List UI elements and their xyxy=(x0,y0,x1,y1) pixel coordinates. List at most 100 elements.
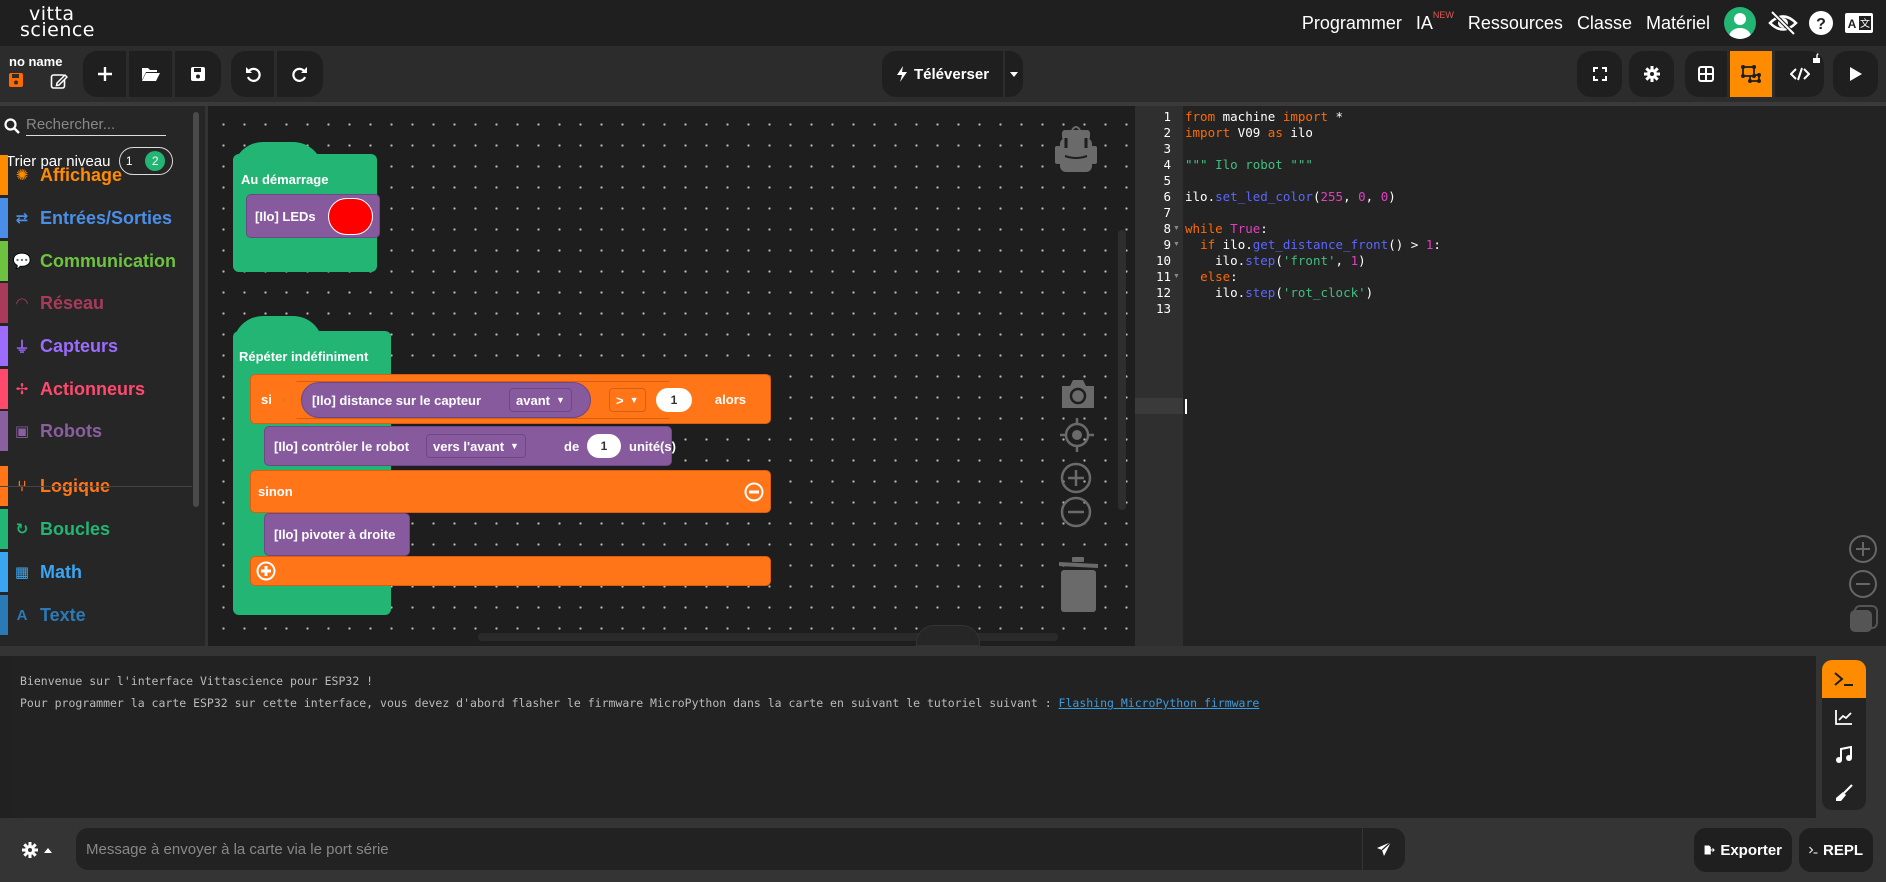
repl-button[interactable]: REPL xyxy=(1799,828,1873,872)
music-note-icon xyxy=(1836,746,1852,763)
ilo-distance-sensor-block[interactable]: [Ilo] distance sur le capteur avant ▼ xyxy=(301,382,591,418)
console-divider[interactable] xyxy=(0,646,1886,656)
upload-button[interactable]: Téléverser xyxy=(882,51,1004,97)
grid-icon xyxy=(1698,66,1714,82)
save-button[interactable] xyxy=(175,51,221,97)
translate-icon[interactable]: A文 xyxy=(1844,8,1874,38)
toolbox-search-input[interactable] xyxy=(26,116,166,136)
sidebar-category-capteurs[interactable]: ⏚ Capteurs xyxy=(0,326,118,366)
level-toggle[interactable]: 1 2 xyxy=(118,147,173,175)
fold-toggle-icon[interactable]: ▼ xyxy=(1173,225,1180,232)
move-direction-dropdown[interactable]: vers l'avant ▼ xyxy=(426,434,526,458)
screenshot-camera-icon[interactable] xyxy=(1060,378,1096,413)
fullscreen-button[interactable] xyxy=(1577,51,1622,97)
fan-icon: ✢ xyxy=(15,381,29,398)
line-number: 3 xyxy=(1163,141,1171,156)
trash-icon[interactable] xyxy=(1058,556,1098,617)
sidebar-category-robots[interactable]: ▣ Robots xyxy=(0,411,102,451)
upload-control: Téléverser xyxy=(882,51,1024,97)
project-name[interactable]: no name xyxy=(9,54,62,69)
line-number: 2 xyxy=(1163,125,1171,140)
code-view-button[interactable] xyxy=(1775,51,1824,97)
sidebar-category-texte[interactable]: A Texte xyxy=(0,595,86,635)
line-number: 9 xyxy=(1163,237,1171,252)
sensor-direction-dropdown[interactable]: avant ▼ xyxy=(509,388,572,412)
editor-zoom-in-icon[interactable] xyxy=(1848,534,1878,569)
flashing-firmware-link[interactable]: Flashing MicroPython firmware xyxy=(1059,696,1260,710)
console-tab-plotter[interactable] xyxy=(1822,698,1866,736)
backpack-icon[interactable] xyxy=(1055,124,1097,179)
fold-toggle-icon[interactable]: ▼ xyxy=(1173,241,1180,248)
sidebar-category-math[interactable]: ▦ Math xyxy=(0,552,82,592)
export-button[interactable]: Exporter xyxy=(1694,828,1792,872)
nav-ressources[interactable]: Ressources xyxy=(1468,13,1563,34)
open-folder-button[interactable] xyxy=(129,51,175,97)
level-1-option[interactable]: 1 xyxy=(126,154,133,168)
editor-copy-icon[interactable] xyxy=(1849,604,1879,639)
sidebar-category-communication[interactable]: 💬 Communication xyxy=(0,241,176,281)
nav-ia[interactable]: IANEW xyxy=(1416,10,1454,34)
line-number: 12 xyxy=(1155,285,1171,300)
nav-materiel[interactable]: Matériel xyxy=(1646,13,1710,34)
sidebar-category-entrées-sorties[interactable]: ⇄ Entrées/Sorties xyxy=(0,198,172,238)
upload-dropdown-button[interactable] xyxy=(1005,51,1024,97)
add-else-if-icon[interactable] xyxy=(256,561,276,584)
console-tab-music[interactable] xyxy=(1822,736,1866,774)
editor-zoom-out-icon[interactable] xyxy=(1848,569,1878,604)
ilo-pivot-right-block[interactable]: [Ilo] pivoter à droite xyxy=(264,513,410,556)
console-tab-terminal[interactable] xyxy=(1822,660,1866,698)
sidebar-category-boucles[interactable]: ↻ Boucles xyxy=(0,509,110,549)
caret-down-icon: ▼ xyxy=(510,441,519,451)
rename-edit-icon[interactable] xyxy=(50,72,69,95)
unlock-icon[interactable] xyxy=(1812,51,1822,68)
unsaved-save-icon[interactable] xyxy=(8,72,24,95)
workspace-vertical-scrollbar[interactable] xyxy=(1118,230,1126,510)
zoom-in-icon[interactable] xyxy=(1060,462,1092,499)
sidebar-scrollbar[interactable] xyxy=(193,112,199,507)
hide-eye-icon[interactable] xyxy=(1768,8,1798,38)
code-line: if ilo.get_distance_front() > 1: xyxy=(1200,237,1441,252)
led-color-picker[interactable] xyxy=(328,198,373,235)
recenter-icon[interactable] xyxy=(1060,418,1094,457)
code-icon xyxy=(1789,67,1810,81)
line-number: 8 xyxy=(1163,221,1171,236)
nav-classe[interactable]: Classe xyxy=(1577,13,1632,34)
gear-icon xyxy=(1643,66,1660,82)
ilo-leds-block[interactable]: [Ilo] LEDs xyxy=(246,194,380,238)
level-2-option[interactable]: 2 xyxy=(145,151,166,171)
file-export-icon xyxy=(1704,845,1715,855)
compare-value-input[interactable]: 1 xyxy=(656,388,692,412)
serial-input-bar: Exporter REPL xyxy=(0,818,1886,882)
vittascience-logo[interactable]: vitta science xyxy=(20,5,95,40)
send-message-button[interactable] xyxy=(1363,828,1405,870)
panel-resize-handle[interactable] xyxy=(916,625,980,646)
run-button[interactable] xyxy=(1833,51,1878,97)
undo-button[interactable] xyxy=(231,51,277,97)
blockly-workspace[interactable]: Au démarrage [Ilo] LEDs Répéter indéfini… xyxy=(205,106,1135,646)
hybrid-view-button[interactable] xyxy=(1730,51,1775,97)
redo-button[interactable] xyxy=(277,51,323,97)
help-icon[interactable]: ? xyxy=(1806,8,1836,38)
move-steps-input[interactable]: 1 xyxy=(587,434,621,458)
nav-programmer[interactable]: Programmer xyxy=(1302,13,1402,34)
new-file-button[interactable] xyxy=(83,51,129,97)
settings-button[interactable] xyxy=(1629,51,1674,97)
zoom-out-icon[interactable] xyxy=(1060,496,1092,533)
current-line-highlight xyxy=(1135,398,1183,414)
sidebar-category-affichage[interactable]: ✺ Affichage xyxy=(0,155,122,195)
sidebar-category-actionneurs[interactable]: ✢ Actionneurs xyxy=(0,369,145,409)
line-number: 5 xyxy=(1163,173,1171,188)
user-avatar-icon[interactable] xyxy=(1724,7,1756,39)
remove-else-icon[interactable] xyxy=(744,482,764,505)
python-code-editor[interactable]: 1 2 3 4 5 6 7 8 ▼ 9 ▼ 10 11 ▼ 12 13 from machine import… xyxy=(1135,106,1886,646)
operator-dropdown[interactable]: > ▼ xyxy=(609,388,646,412)
serial-message-input[interactable] xyxy=(76,828,1362,870)
blocks-view-button[interactable] xyxy=(1685,51,1730,97)
ilo-move-block[interactable]: [Ilo] contrôler le robot vers l'avant ▼ d… xyxy=(264,426,676,466)
fold-toggle-icon[interactable]: ▼ xyxy=(1173,273,1180,280)
serial-settings-button[interactable] xyxy=(22,842,52,858)
console-tab-clear[interactable] xyxy=(1822,774,1866,810)
line-number: 4 xyxy=(1163,157,1171,172)
line-number: 10 xyxy=(1155,253,1171,268)
sidebar-category-réseau[interactable]: ◠ Réseau xyxy=(0,283,104,323)
